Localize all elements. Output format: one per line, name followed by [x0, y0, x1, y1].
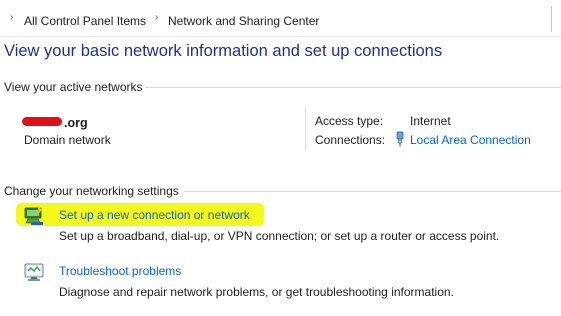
- networking-settings-label: Change your networking settings: [4, 184, 179, 198]
- local-area-connection-link[interactable]: Local Area Connection: [410, 133, 531, 147]
- active-networks-label: View your active networks: [4, 80, 143, 94]
- page-title: View your basic network information and …: [4, 42, 443, 60]
- breadcrumb-divider: [551, 6, 552, 32]
- section-divider: [184, 191, 561, 192]
- chevron-right-icon[interactable]: ›: [155, 12, 158, 23]
- breadcrumb-all-control-panel-items[interactable]: All Control Panel Items: [24, 14, 146, 28]
- network-name-suffix: .org: [64, 116, 88, 130]
- chevron-right-icon[interactable]: ›: [10, 12, 13, 23]
- breadcrumb-network-and-sharing-center[interactable]: Network and Sharing Center: [168, 14, 319, 28]
- setup-new-connection-link[interactable]: Set up a new connection or network: [59, 208, 250, 222]
- breadcrumb: › All Control Panel Items › Network and …: [0, 0, 561, 37]
- section-divider: [145, 87, 561, 88]
- access-type-value: Internet: [410, 114, 451, 128]
- troubleshoot-problems-description: Diagnose and repair network problems, or…: [59, 285, 454, 299]
- vertical-divider: [305, 107, 306, 150]
- network-type: Domain network: [24, 133, 111, 147]
- setup-new-connection-description: Set up a broadband, dial-up, or VPN conn…: [59, 229, 500, 243]
- new-connection-icon[interactable]: [22, 205, 48, 227]
- troubleshoot-icon[interactable]: [22, 262, 48, 284]
- ethernet-icon: [396, 131, 404, 147]
- troubleshoot-problems-link[interactable]: Troubleshoot problems: [59, 264, 181, 278]
- redacted-network-name: [22, 117, 62, 126]
- connections-label: Connections:: [315, 133, 386, 147]
- access-type-label: Access type:: [315, 114, 384, 128]
